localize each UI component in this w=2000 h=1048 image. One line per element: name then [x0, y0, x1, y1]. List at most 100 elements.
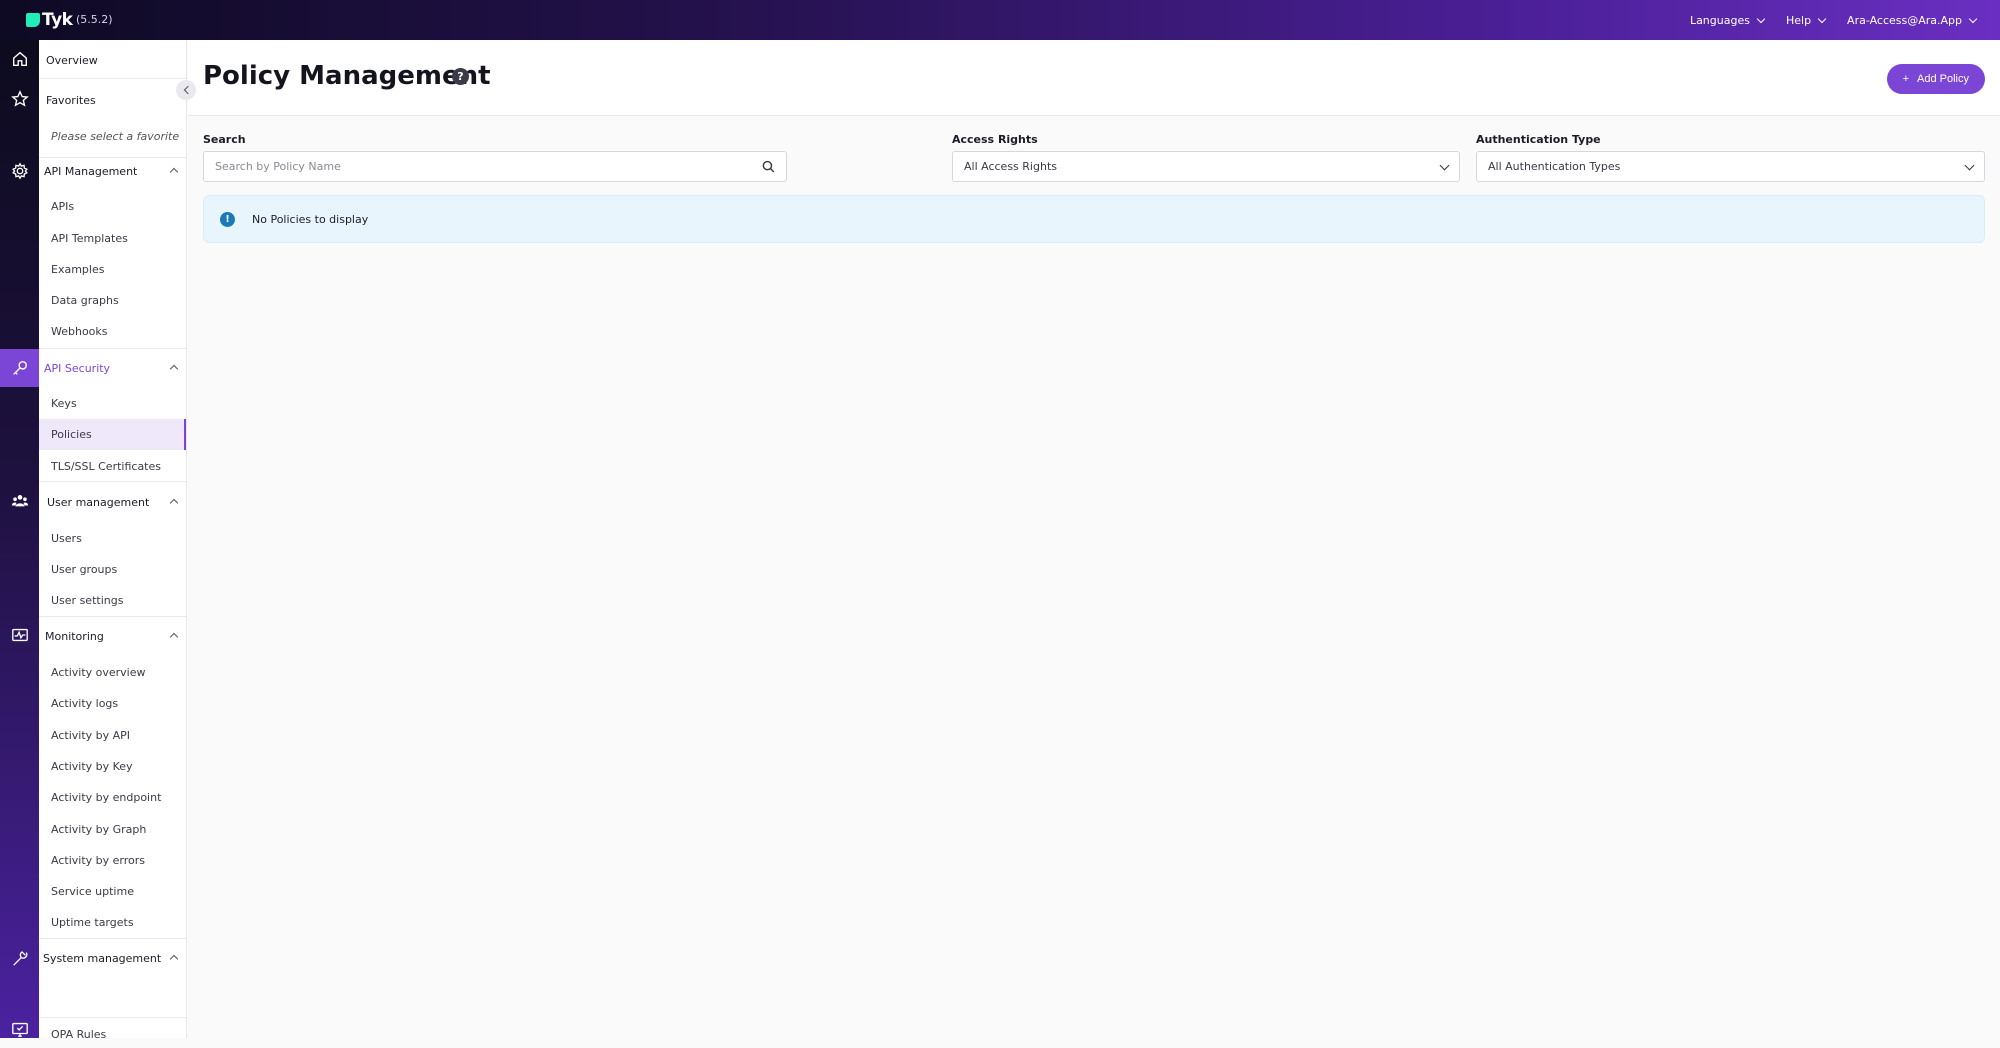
sidebar-item-user-groups[interactable]: User groups: [39, 558, 186, 580]
chevron-down-icon: [1756, 14, 1766, 23]
access-rights-value: All Access Rights: [964, 160, 1057, 173]
sidebar-item-overview[interactable]: Overview: [39, 50, 186, 70]
sidebar-section-api-security[interactable]: API Security: [39, 358, 186, 378]
sidebar-item-apis[interactable]: APIs: [39, 195, 186, 217]
chevron-down-icon: [1964, 160, 1975, 170]
gear-icon[interactable]: [0, 152, 39, 190]
search-label: Search: [203, 133, 246, 146]
favorites-placeholder: Please select a favorite: [39, 126, 186, 146]
sidebar-item-webhooks[interactable]: Webhooks: [39, 320, 186, 342]
sidebar-item-label: Uptime targets: [51, 915, 134, 929]
empty-state-text: No Policies to display: [252, 212, 369, 226]
search-icon[interactable]: [762, 160, 775, 173]
sidebar-item-favorites[interactable]: Favorites: [39, 90, 186, 110]
sidebar-item-label: Activity by API: [51, 728, 131, 742]
sidebar-item-activity-overview[interactable]: Activity overview: [39, 661, 186, 683]
top-bar: Tyk (5.5.2) Languages Help Ara-Access@Ar…: [0, 0, 2000, 40]
home-icon[interactable]: [0, 40, 39, 78]
page-title: Policy Management: [203, 61, 491, 91]
sidebar-item-policies[interactable]: Policies: [39, 419, 186, 450]
wrench-icon[interactable]: [0, 939, 39, 977]
section-label: System management: [43, 951, 162, 965]
languages-menu[interactable]: Languages: [1690, 14, 1766, 27]
section-label: User management: [47, 495, 150, 509]
add-policy-button[interactable]: + Add Policy: [1886, 64, 1985, 94]
sidebar-item-label: Favorites: [46, 93, 96, 107]
chevron-up-icon: [169, 498, 179, 508]
authentication-type-select[interactable]: All Authentication Types: [1476, 151, 1985, 182]
collapse-sidebar-button[interactable]: [176, 80, 196, 100]
favorites-placeholder-text: Please select a favorite: [51, 129, 180, 143]
sidebar-item-label: Activity logs: [51, 696, 119, 710]
authentication-type-label: Authentication Type: [1476, 133, 1601, 146]
chevron-up-icon: [169, 167, 179, 177]
divider: [39, 157, 186, 158]
sidebar-item-examples[interactable]: Examples: [39, 258, 186, 280]
chevron-up-icon: [169, 364, 179, 374]
help-menu[interactable]: Help: [1785, 13, 1827, 27]
help-label: Help: [1785, 13, 1812, 27]
chevron-up-icon: [169, 632, 179, 642]
chevron-up-icon: [169, 954, 179, 964]
sidebar-item-label: User groups: [51, 562, 118, 576]
sidebar-item-label: Keys: [51, 396, 77, 410]
sidebar-item-user-settings[interactable]: User settings: [39, 589, 186, 611]
section-label: API Security: [44, 361, 111, 375]
sidebar-item-label: Overview: [46, 53, 98, 67]
sidebar-item-label: Webhooks: [51, 324, 108, 338]
account-menu[interactable]: Ara-Access@Ara.App: [1847, 13, 1978, 27]
sidebar-item-activity-by-api[interactable]: Activity by API: [39, 724, 186, 746]
star-icon[interactable]: [0, 80, 39, 118]
info-icon: !: [220, 211, 235, 227]
search-field: [203, 151, 787, 182]
sidebar-item-activity-by-endpoint[interactable]: Activity by endpoint: [39, 786, 186, 808]
monitor-icon[interactable]: [0, 616, 39, 654]
sidebar-item-data-graphs[interactable]: Data graphs: [39, 289, 186, 311]
divider: [39, 481, 186, 482]
empty-state-notice: ! No Policies to display: [203, 195, 1985, 243]
divider: [39, 348, 186, 349]
sidebar-section-api-management[interactable]: API Management: [39, 161, 186, 181]
sidebar-item-label: TLS/SSL Certificates: [51, 459, 161, 473]
sidebar-item-service-uptime[interactable]: Service uptime: [39, 880, 186, 902]
chevron-down-icon: [1968, 14, 1978, 23]
main-content: Policy Management ? + Add Policy Search …: [188, 40, 2000, 1038]
users-icon[interactable]: [0, 482, 39, 520]
sidebar-item-activity-by-key[interactable]: Activity by Key: [39, 755, 186, 777]
sidebar-item-uptime-targets[interactable]: Uptime targets: [39, 911, 186, 933]
authentication-type-value: All Authentication Types: [1488, 160, 1621, 173]
sidebar-section-system-management[interactable]: System management: [39, 948, 186, 968]
sidebar-item-label: OPA Rules: [51, 1027, 107, 1039]
chevron-down-icon: [1817, 14, 1827, 23]
tyk-logo[interactable]: Tyk: [26, 10, 73, 30]
divider: [39, 938, 186, 939]
sidebar-item-activity-by-errors[interactable]: Activity by errors: [39, 849, 186, 871]
account-label: Ara-Access@Ara.App: [1847, 13, 1962, 27]
sidebar-item-label: Activity by Graph: [51, 822, 147, 836]
portal-icon[interactable]: [0, 1010, 39, 1048]
chevron-left-icon: [183, 85, 192, 95]
sidebar-item-activity-by-graph[interactable]: Activity by Graph: [39, 818, 186, 840]
help-icon[interactable]: ?: [452, 68, 469, 85]
sidebar-item-tls-ssl-certificates[interactable]: TLS/SSL Certificates: [39, 455, 186, 477]
sidebar-section-user-management[interactable]: User management: [39, 492, 186, 512]
divider: [39, 1017, 186, 1018]
sidebar-item-label: Service uptime: [51, 884, 134, 898]
sidebar-item-label: API Templates: [51, 231, 128, 245]
sidebar-item-users[interactable]: Users: [39, 527, 186, 549]
search-input[interactable]: [215, 160, 763, 173]
access-rights-select[interactable]: All Access Rights: [952, 151, 1460, 182]
sidebar-item-label: APIs: [51, 199, 75, 213]
sidebar-item-keys[interactable]: Keys: [39, 392, 186, 414]
sidebar-item-api-templates[interactable]: API Templates: [39, 227, 186, 249]
sidebar-item-opa-rules[interactable]: OPA Rules: [39, 1023, 186, 1039]
sidebar-item-activity-logs[interactable]: Activity logs: [39, 692, 186, 714]
plus-icon: +: [1902, 73, 1910, 85]
section-label: API Management: [44, 164, 138, 178]
sidebar: Overview Favorites Please select a favor…: [39, 40, 187, 1038]
sidebar-section-monitoring[interactable]: Monitoring: [39, 626, 186, 646]
key-icon[interactable]: [0, 349, 39, 387]
add-policy-label: Add Policy: [1917, 73, 1969, 85]
top-nav: Languages Help Ara-Access@Ara.App: [1690, 0, 1978, 40]
brand-name: Tyk: [42, 10, 73, 30]
